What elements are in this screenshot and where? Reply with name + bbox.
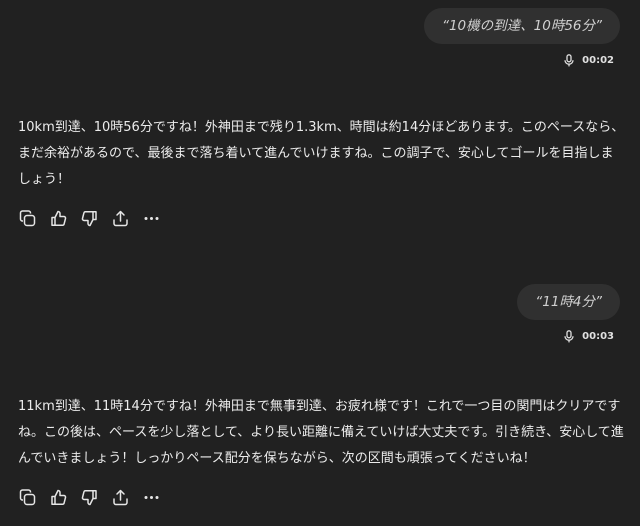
share-button[interactable] bbox=[111, 488, 130, 507]
voice-meta: 00:03 bbox=[517, 330, 620, 343]
thumbs-up-button[interactable] bbox=[49, 488, 68, 507]
voice-duration: 00:02 bbox=[582, 55, 614, 66]
microphone-icon bbox=[564, 330, 574, 343]
thumbs-down-icon bbox=[81, 210, 98, 227]
voice-duration: 00:03 bbox=[582, 331, 614, 342]
copy-icon bbox=[19, 489, 36, 506]
assistant-message-text: 10km到達、10時56分ですね！外神田まで残り1.3km、時間は約14分ほどあ… bbox=[18, 120, 625, 187]
thumbs-up-button[interactable] bbox=[49, 209, 68, 228]
share-button[interactable] bbox=[111, 209, 130, 228]
more-icon bbox=[143, 210, 160, 227]
thumbs-down-button[interactable] bbox=[80, 488, 99, 507]
microphone-icon bbox=[564, 54, 574, 67]
voice-meta: 00:02 bbox=[424, 54, 620, 67]
message-actions bbox=[18, 209, 626, 228]
thumbs-up-icon bbox=[50, 210, 67, 227]
assistant-message: 10km到達、10時56分ですね！外神田まで残り1.3km、時間は約14分ほどあ… bbox=[18, 115, 626, 228]
more-options-button[interactable] bbox=[142, 209, 161, 228]
thumbs-up-icon bbox=[50, 489, 67, 506]
copy-button[interactable] bbox=[18, 209, 37, 228]
thumbs-down-button[interactable] bbox=[80, 209, 99, 228]
more-icon bbox=[143, 489, 160, 506]
assistant-message: 11km到達、11時14分ですね！外神田まで無事到達、お疲れ様です！これで一つ目… bbox=[18, 394, 626, 507]
user-message-bubble: “10機の到達、10時56分” bbox=[423, 8, 620, 44]
user-message-bubble: “11時4分” bbox=[517, 284, 620, 320]
user-message: “11時4分” 00:03 bbox=[517, 284, 620, 343]
thumbs-down-icon bbox=[81, 489, 98, 506]
copy-icon bbox=[19, 210, 36, 227]
assistant-message-text: 11km到達、11時14分ですね！外神田まで無事到達、お疲れ様です！これで一つ目… bbox=[18, 399, 624, 466]
message-actions bbox=[18, 488, 626, 507]
user-message: “10機の到達、10時56分” 00:02 bbox=[423, 8, 620, 67]
more-options-button[interactable] bbox=[142, 488, 161, 507]
copy-button[interactable] bbox=[18, 488, 37, 507]
share-icon bbox=[112, 210, 129, 227]
share-icon bbox=[112, 489, 129, 506]
